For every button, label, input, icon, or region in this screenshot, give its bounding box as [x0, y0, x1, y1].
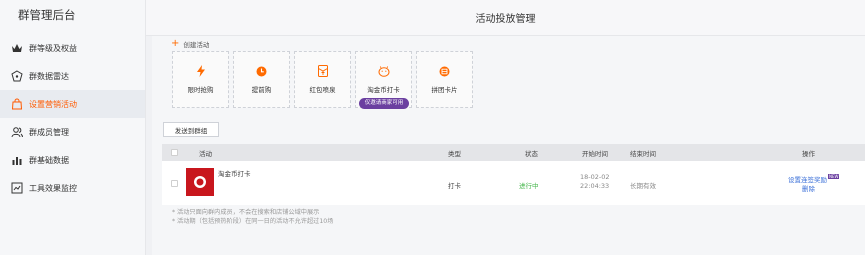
card-label: 红包喷泉 [309, 86, 336, 94]
activity-thumbnail [186, 168, 214, 196]
sidebar-item-label: 设置营销活动 [29, 99, 77, 109]
card-label: 限时抢购 [187, 86, 214, 94]
col-status: 状态 [525, 149, 538, 158]
start-date: 18-02-02 [580, 173, 610, 181]
delete-link[interactable]: 删除 [802, 183, 815, 193]
invite-only-badge: 仅邀请商家可用 [359, 98, 409, 109]
end-time: 长期有效 [630, 182, 656, 190]
clock-icon [256, 65, 268, 77]
sidebar-item-members[interactable]: 群成员管理 [0, 118, 145, 146]
sidebar-item-label: 工具效果监控 [29, 183, 77, 193]
sidebar-item-label: 群数据雷达 [29, 71, 69, 81]
card-pre-purchase[interactable]: 提前购 [233, 51, 290, 108]
main-panel: 活动投放管理 + 创建活动 限时抢购 提前购 红包喷泉 淘金币打卡 仅邀请商家可… [146, 0, 865, 255]
create-activity[interactable]: + 创建活动 [171, 38, 209, 50]
activity-name[interactable]: 淘金币打卡 [218, 168, 251, 178]
card-label: 淘金币打卡 [367, 86, 400, 94]
card-flash-sale[interactable]: 限时抢购 [172, 51, 229, 108]
sidebar-item-tool-monitor[interactable]: 工具效果监控 [0, 174, 145, 202]
new-badge: NEW [828, 174, 840, 179]
bag-icon [11, 98, 23, 110]
note-line: * 活动只面向群内成员，不会在搜索和店铺公域中展示 [172, 209, 320, 216]
red-packet-icon [317, 65, 329, 77]
sidebar-item-group-level[interactable]: 群等级及权益 [0, 34, 145, 62]
members-icon [11, 126, 23, 138]
bar-chart-icon [11, 154, 23, 166]
sidebar-item-label: 群等级及权益 [29, 43, 77, 53]
col-operations: 操作 [802, 149, 815, 158]
sidebar-item-data-radar[interactable]: 群数据雷达 [0, 62, 145, 90]
sidebar-title: 群管理后台 [18, 8, 76, 22]
group-card-icon [439, 65, 451, 77]
sidebar-item-marketing[interactable]: 设置营销活动 [0, 90, 145, 118]
sidebar-item-label: 群基础数据 [29, 155, 69, 165]
crown-icon [11, 42, 23, 54]
notes: * 活动只面向群内成员，不会在搜索和店铺公域中展示 * 活动期（包括预热阶段）在… [172, 209, 333, 226]
sidebar-item-label: 群成员管理 [29, 127, 69, 137]
status-badge: 进行中 [519, 182, 539, 190]
activity-cards: 限时抢购 提前购 红包喷泉 淘金币打卡 仅邀请商家可用 拼团卡片 [172, 51, 477, 109]
card-gold-coin-checkin[interactable]: 淘金币打卡 仅邀请商家可用 [355, 51, 412, 109]
card-label: 拼团卡片 [431, 86, 458, 94]
send-to-group-button[interactable]: 发送到群组 [163, 122, 219, 137]
table-header: 活动 类型 状态 开始时间 结束时间 操作 [162, 144, 865, 161]
note-line: * 活动期（包括预热阶段）在同一日的活动不允许超过10场 [172, 217, 334, 225]
start-time: 22:04:33 [580, 182, 610, 190]
row-checkbox[interactable] [171, 180, 178, 187]
lightning-icon [195, 65, 207, 77]
content-area: + 创建活动 限时抢购 提前购 红包喷泉 淘金币打卡 仅邀请商家可用 拼团卡片 … [152, 36, 865, 255]
card-label: 提前购 [251, 86, 272, 94]
sidebar: 群管理后台 群等级及权益 群数据雷达 设置营销活动 群成员管理 群基础数据 工具… [0, 0, 146, 255]
monitor-icon [11, 182, 23, 194]
page-title: 活动投放管理 [146, 0, 865, 36]
card-group-buy[interactable]: 拼团卡片 [416, 51, 473, 108]
create-activity-label: 创建活动 [183, 41, 210, 49]
radar-icon [11, 70, 23, 82]
col-start-time: 开始时间 [582, 149, 608, 158]
col-type: 类型 [448, 149, 461, 158]
activity-table: 活动 类型 状态 开始时间 结束时间 操作 淘金币打卡 打卡 进行中 18-02… [162, 144, 865, 205]
sidebar-item-basic-data[interactable]: 群基础数据 [0, 146, 145, 174]
table-row: 淘金币打卡 打卡 进行中 18-02-02 22:04:33 长期有效 设置连签… [162, 161, 865, 205]
card-red-packet[interactable]: 红包喷泉 [294, 51, 351, 108]
app: 群管理后台 群等级及权益 群数据雷达 设置营销活动 群成员管理 群基础数据 工具… [0, 0, 865, 255]
col-end-time: 结束时间 [630, 149, 656, 158]
pig-icon [378, 65, 390, 77]
select-all-checkbox[interactable] [171, 149, 178, 156]
col-activity: 活动 [199, 149, 212, 158]
plus-icon: + [171, 38, 180, 49]
activity-type: 打卡 [448, 182, 461, 190]
